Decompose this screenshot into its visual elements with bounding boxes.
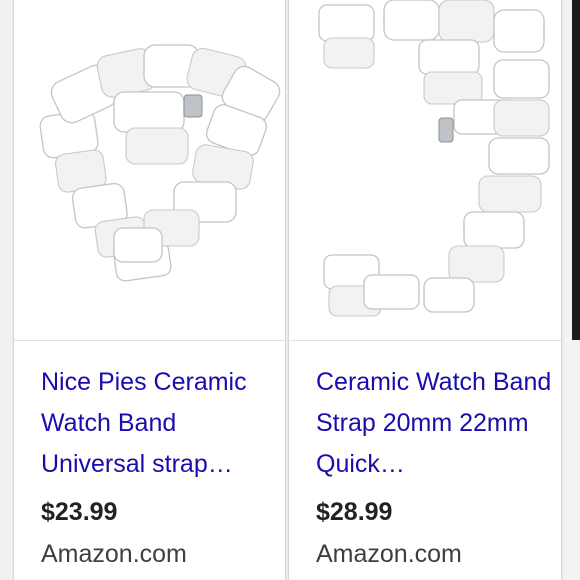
result-price: $23.99	[41, 498, 118, 526]
next-card-image-edge	[572, 0, 580, 340]
result-store: Amazon.com	[316, 540, 462, 568]
shopping-result-card[interactable]: Ceramic Watch Band Strap 20mm 22mm Quick…	[288, 0, 562, 580]
product-image[interactable]	[14, 0, 285, 340]
product-image[interactable]	[289, 0, 561, 340]
watch-band-image	[39, 44, 281, 282]
result-price: $28.99	[316, 498, 393, 526]
prev-card-edge[interactable]	[0, 0, 12, 580]
card-divider	[289, 340, 561, 341]
result-title-link[interactable]: Nice Pies Ceramic Watch Band Universal s…	[41, 362, 281, 485]
card-divider	[14, 340, 285, 341]
shopping-result-card[interactable]: Nice Pies Ceramic Watch Band Universal s…	[13, 0, 286, 580]
result-store: Amazon.com	[41, 540, 187, 568]
result-title-link[interactable]: Ceramic Watch Band Strap 20mm 22mm Quick…	[316, 362, 556, 485]
watch-band-image	[318, 0, 550, 317]
